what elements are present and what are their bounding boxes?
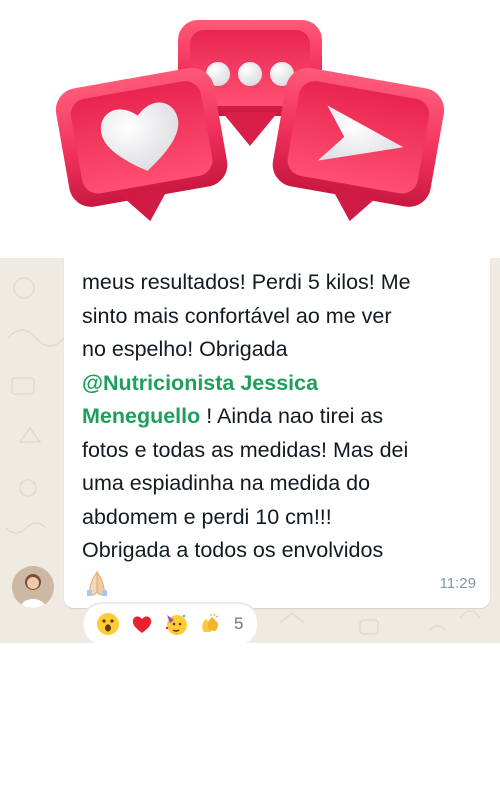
folded-hands-icon <box>87 569 107 596</box>
message-line: no espelho! Obrigada <box>82 337 288 361</box>
message-line: uma espiadinha na medida do <box>82 471 371 495</box>
message-line: meus resultados! Perdi 5 kilos! Me <box>82 270 411 294</box>
send-icon <box>272 67 445 222</box>
mention-line: Meneguello ! Ainda nao tirei as <box>82 400 482 434</box>
heart-icon <box>55 67 228 222</box>
mention-link-cont[interactable]: Meneguello <box>82 404 200 428</box>
clapping-hands-icon <box>202 613 219 632</box>
chat-area: meus resultados! Perdi 5 kilos! Me sinto… <box>0 258 500 643</box>
message-line: Obrigada a todos os envolvidos <box>82 538 384 562</box>
message-bubble[interactable]: meus resultados! Perdi 5 kilos! Me sinto… <box>64 258 490 608</box>
mention-link[interactable]: @Nutricionista Jessica <box>82 371 318 395</box>
message-line: fotos e todas as medidas! Mas dei <box>82 437 409 462</box>
message-line: ! Ainda nao tirei as <box>200 404 384 428</box>
social-icons-header <box>0 0 500 240</box>
reaction-count: 5 <box>234 614 244 633</box>
avatar[interactable] <box>12 566 54 608</box>
astonished-face-icon <box>97 613 119 635</box>
message-text: meus resultados! Perdi 5 kilos! Me sinto… <box>82 266 482 608</box>
mention-line: @Nutricionista Jessica <box>82 367 482 401</box>
message-time: 11:29 <box>439 575 476 592</box>
reactions-bar[interactable]: 5 <box>82 602 260 643</box>
message-line: abdomem e perdi 10 cm!!! <box>82 504 332 529</box>
red-heart-icon <box>132 616 152 633</box>
message-line: sinto mais confortável ao me ver <box>82 303 392 328</box>
partying-face-icon <box>165 614 187 635</box>
